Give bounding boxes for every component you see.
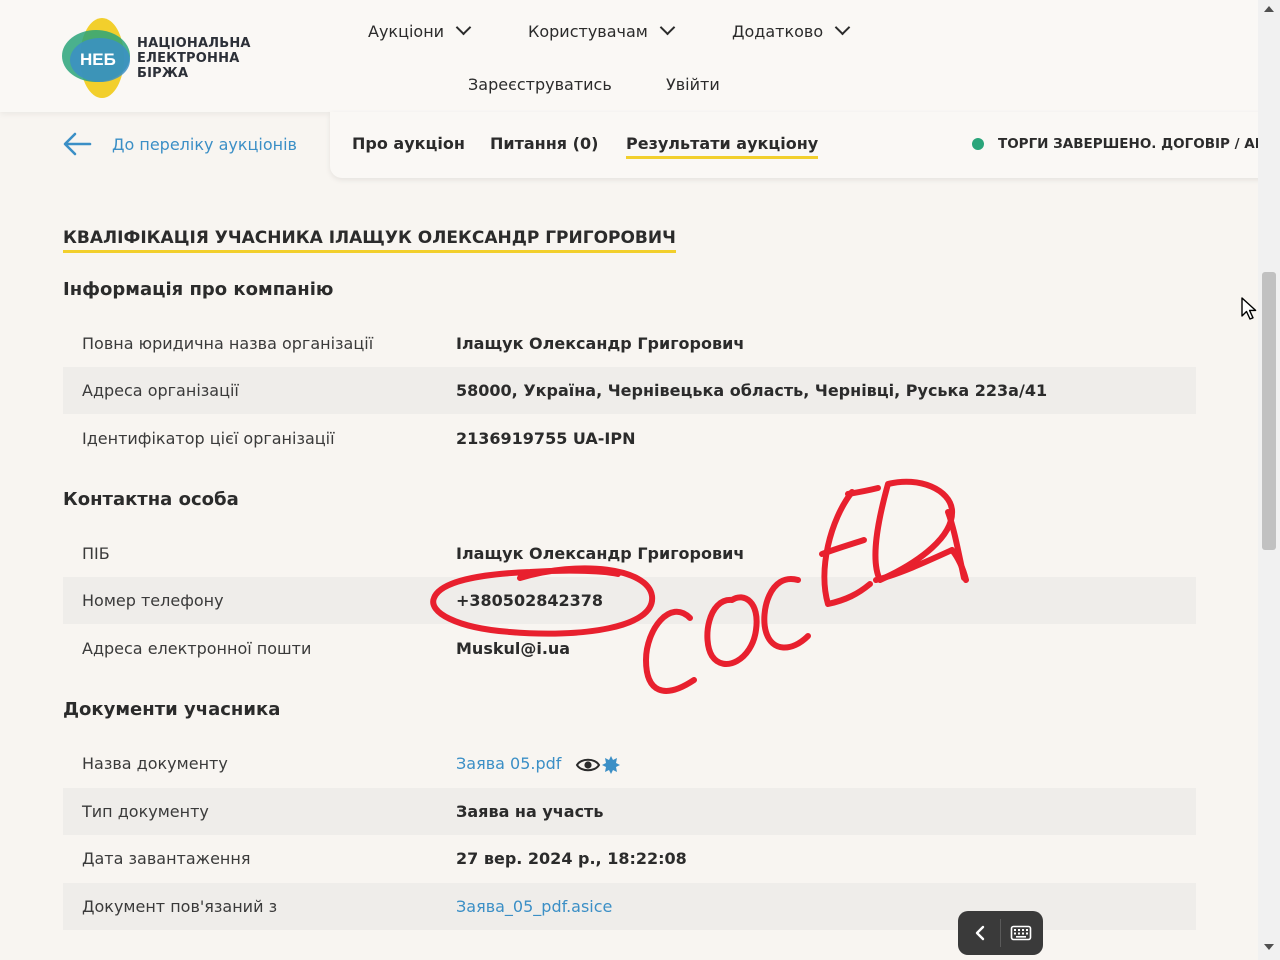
page-title: КВАЛІФІКАЦІЯ УЧАСНИКА ІЛАЩУК ОЛЕКСАНДР Г…	[63, 228, 676, 253]
table-row: Повна юридична назва організації Ілащук …	[63, 320, 1196, 367]
row-value: Ілащук Олександр Григорович	[456, 334, 745, 353]
toolbar-divider	[1000, 919, 1001, 947]
row-label: Адреса електронної пошти	[82, 639, 312, 658]
participant-documents-heading: Документи учасника	[63, 699, 281, 720]
row-label: Номер телефону	[82, 591, 224, 610]
back-to-auctions-link[interactable]: До переліку аукціонів	[62, 130, 297, 158]
table-row: Тип документу Заява на участь	[63, 788, 1196, 835]
row-value: 2136919755 UA-IPN	[456, 429, 636, 448]
row-label: Документ пов'язаний з	[82, 897, 278, 916]
nav-additional[interactable]: Додатково	[732, 19, 851, 41]
row-value: 27 вер. 2024 р., 18:22:08	[456, 849, 687, 868]
table-row: Адреса організації 58000, Україна, Черні…	[63, 367, 1196, 414]
page: НЕБ НАЦІОНАЛЬНА ЕЛЕКТРОННА БІРЖА Аукціон…	[0, 0, 1258, 960]
table-row: Назва документу Заява 05.pdf	[63, 740, 1196, 787]
document-link[interactable]: Заява 05.pdf	[456, 754, 561, 773]
chevron-down-icon	[455, 19, 472, 36]
register-link[interactable]: Зареєструватись	[468, 75, 612, 94]
row-label: Назва документу	[82, 754, 228, 773]
back-link-label: До переліку аукціонів	[112, 134, 297, 154]
status-dot-icon	[972, 138, 984, 150]
email-value: Muskul@i.ua	[456, 639, 571, 658]
scroll-up-arrow-icon[interactable]	[1264, 6, 1274, 12]
login-link[interactable]: Увійти	[666, 75, 720, 94]
brand-name-line: БІРЖА	[137, 66, 189, 81]
table-row: Номер телефону +380502842378	[63, 577, 1196, 624]
brand-name[interactable]: НАЦІОНАЛЬНА ЕЛЕКТРОННА БІРЖА	[137, 36, 251, 81]
nav-users-label: Користувачам	[528, 22, 648, 41]
row-label: ПІБ	[82, 544, 110, 563]
document-actions	[575, 755, 621, 775]
arrow-left-icon	[63, 132, 92, 156]
row-label: Ідентифікатор цієї організації	[82, 429, 335, 448]
related-document-link[interactable]: Заява_05_pdf.asice	[456, 897, 612, 916]
scrollbar-thumb[interactable]	[1262, 272, 1276, 550]
contact-person-heading: Контактна особа	[63, 489, 239, 510]
brand-name-line: ЕЛЕКТРОННА	[137, 51, 240, 66]
document-name: Заява 05.pdf	[456, 754, 621, 775]
floating-toolbar	[958, 911, 1043, 955]
row-label: Повна юридична назва організації	[82, 334, 374, 353]
tab-about-auction[interactable]: Про аукціон	[352, 134, 465, 153]
phone-value: +380502842378	[456, 591, 603, 610]
site-header: НЕБ НАЦІОНАЛЬНА ЕЛЕКТРОННА БІРЖА Аукціон…	[0, 0, 1258, 112]
tab-questions[interactable]: Питання (0)	[490, 134, 598, 153]
row-label: Тип документу	[82, 802, 209, 821]
row-value: 58000, Україна, Чернівецька область, Чер…	[456, 381, 1048, 400]
chevron-left-icon[interactable]	[970, 923, 990, 943]
chevron-down-icon	[834, 19, 851, 36]
svg-text:НЕБ: НЕБ	[80, 50, 116, 69]
auction-status: ТОРГИ ЗАВЕРШЕНО. ДОГОВІР / АКТ	[972, 136, 1258, 152]
nav-auctions-label: Аукціони	[368, 22, 445, 41]
mouse-cursor-icon	[1241, 297, 1257, 320]
nav-auctions[interactable]: Аукціони	[368, 19, 472, 41]
letter-e-mark	[845, 485, 881, 497]
company-info-heading: Інформація про компанію	[63, 279, 334, 300]
row-value: Заява на участь	[456, 802, 604, 821]
keyboard-icon[interactable]	[1010, 923, 1032, 943]
nav-additional-label: Додатково	[732, 22, 824, 41]
eye-icon[interactable]	[575, 756, 601, 774]
table-row: ПІБ Ілащук Олександр Григорович	[63, 530, 1196, 577]
chevron-down-icon	[659, 19, 676, 36]
scroll-down-arrow-icon[interactable]	[1264, 944, 1274, 950]
signature-badge-icon[interactable]	[601, 755, 621, 775]
row-label: Адреса організації	[82, 381, 239, 400]
row-label: Дата завантаження	[82, 849, 251, 868]
auction-tabs-bar: Про аукціон Питання (0) Результати аукці…	[330, 112, 1258, 178]
table-row: Ідентифікатор цієї організації 213691975…	[63, 415, 1196, 462]
table-row: Адреса електронної пошти Muskul@i.ua	[63, 625, 1196, 672]
nav-users[interactable]: Користувачам	[528, 19, 676, 41]
table-row: Дата завантаження 27 вер. 2024 р., 18:22…	[63, 835, 1196, 882]
brand-name-line: НАЦІОНАЛЬНА	[137, 36, 251, 51]
tab-auction-results[interactable]: Результати аукціону	[626, 134, 819, 159]
vertical-scrollbar[interactable]	[1258, 0, 1280, 960]
row-value: Ілащук Олександр Григорович	[456, 544, 745, 563]
status-text: ТОРГИ ЗАВЕРШЕНО. ДОГОВІР / АКТ	[998, 136, 1258, 152]
